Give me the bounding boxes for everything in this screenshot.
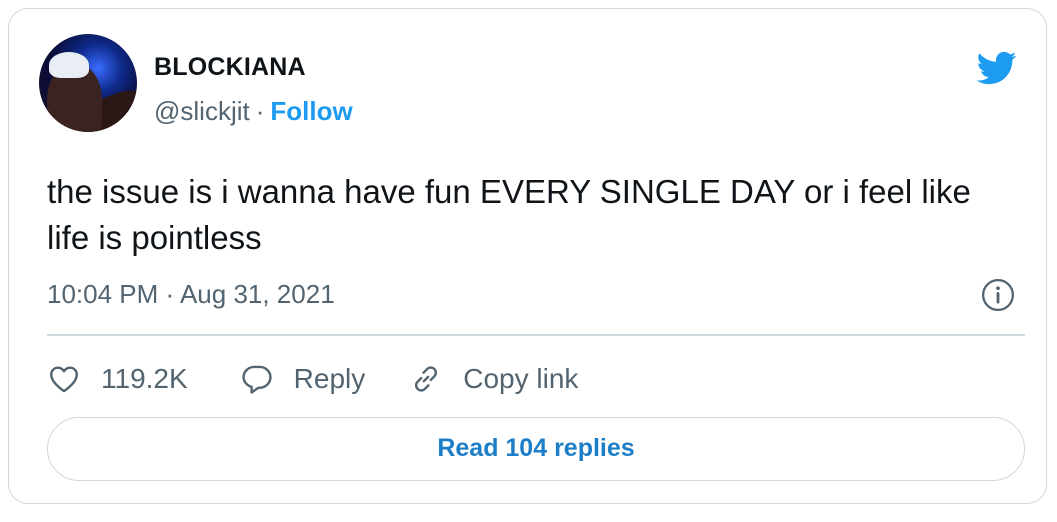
follow-button[interactable]: Follow <box>270 96 352 126</box>
tweet-text: the issue is i wanna have fun EVERY SING… <box>47 173 971 256</box>
divider <box>47 334 1025 336</box>
reply-bubble-icon <box>242 365 272 394</box>
author-handle-row: @slickjit · Follow <box>154 96 353 127</box>
heart-icon <box>50 366 78 393</box>
copy-link-label: Copy link <box>463 363 579 394</box>
separator-dot: · <box>255 96 265 126</box>
reply-label: Reply <box>293 363 366 394</box>
info-icon[interactable] <box>981 278 1015 312</box>
twitter-bird-icon[interactable] <box>971 47 1021 89</box>
avatar-cap-shape <box>49 52 89 78</box>
tweet-timestamp[interactable]: 10:04 PM · Aug 31, 2021 <box>47 279 335 310</box>
link-icon <box>415 366 438 392</box>
like-button[interactable]: 119.2K <box>47 362 188 396</box>
copy-link-button[interactable]: Copy link <box>409 362 578 396</box>
action-bar: 119.2K Reply Copy link <box>47 359 578 399</box>
author-name[interactable]: BLOCKIANA <box>154 53 306 82</box>
tweet-card: BLOCKIANA @slickjit · Follow the issue is … <box>8 8 1047 504</box>
reply-button[interactable]: Reply <box>240 362 366 396</box>
like-count: 119.2K <box>101 363 188 394</box>
author-handle[interactable]: @slickjit <box>154 96 250 126</box>
avatar[interactable] <box>39 34 137 132</box>
read-replies-button[interactable]: Read 104 replies <box>47 417 1025 481</box>
